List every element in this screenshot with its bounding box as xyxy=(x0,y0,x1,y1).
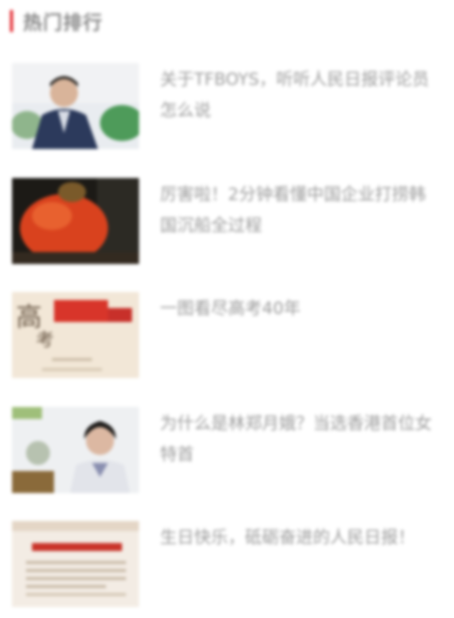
article-thumbnail[interactable] xyxy=(12,407,139,493)
section-header: 热门排行 xyxy=(10,8,103,34)
article-item[interactable]: 为什么是林郑月娥？当选香港首位女特首 xyxy=(12,407,442,493)
article-title[interactable]: 厉害啦！2分钟看懂中国企业打捞韩国沉船全过程 xyxy=(160,180,442,242)
article-item[interactable]: 高 考 一图看尽高考40年 xyxy=(12,292,442,378)
article-title[interactable]: 关于TFBOYS，听听人民日报评论员怎么说 xyxy=(160,65,442,127)
section-title: 热门排行 xyxy=(23,11,104,34)
article-title[interactable]: 一图看尽高考40年 xyxy=(160,294,442,325)
article-item[interactable]: 厉害啦！2分钟看懂中国企业打捞韩国沉船全过程 xyxy=(12,178,442,264)
svg-text:考: 考 xyxy=(36,330,54,351)
article-title[interactable]: 生日快乐，砥砺奋进的人民日报！ xyxy=(160,523,442,554)
article-thumbnail[interactable] xyxy=(12,178,139,264)
section-accent-bar xyxy=(10,10,13,32)
article-item[interactable]: 生日快乐，砥砺奋进的人民日报！ xyxy=(12,521,442,607)
svg-text:高: 高 xyxy=(16,303,42,333)
article-item[interactable]: 关于TFBOYS，听听人民日报评论员怎么说 xyxy=(12,63,442,149)
article-title[interactable]: 为什么是林郑月娥？当选香港首位女特首 xyxy=(160,409,442,471)
article-thumbnail[interactable]: 高 考 xyxy=(12,292,139,378)
article-thumbnail[interactable] xyxy=(12,63,139,149)
article-thumbnail[interactable] xyxy=(12,521,139,607)
